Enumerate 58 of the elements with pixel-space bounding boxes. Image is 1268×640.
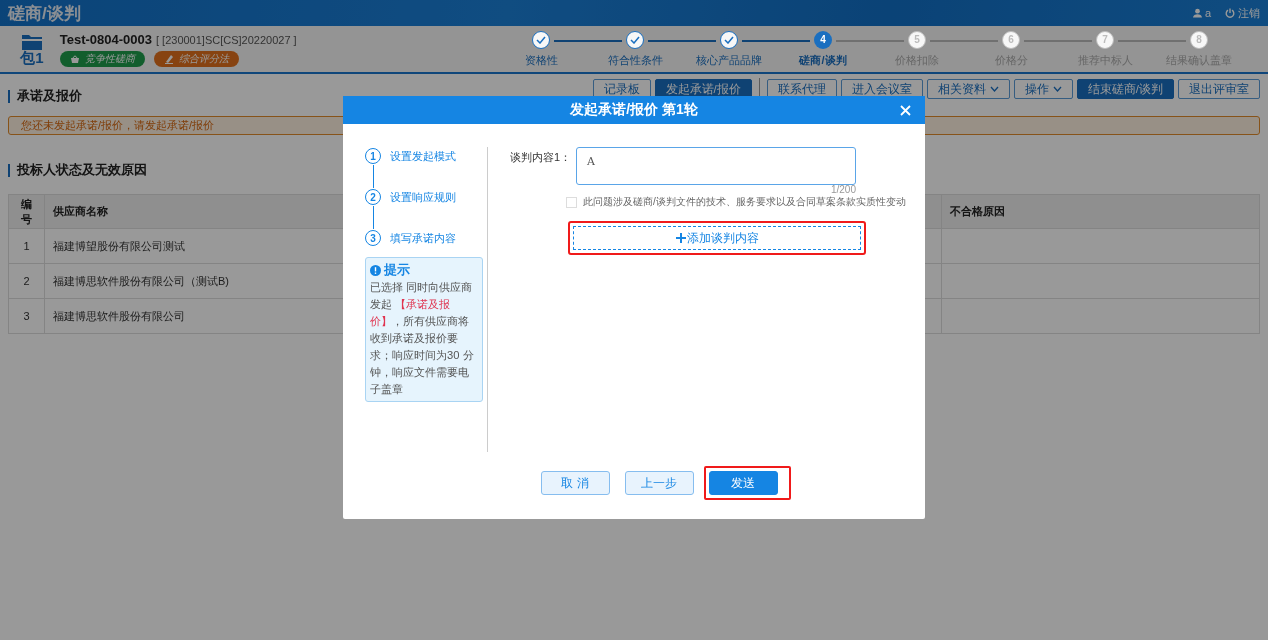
text-area[interactable]: A: [576, 147, 856, 185]
step-label: 符合性条件: [607, 52, 663, 68]
step-number: 5: [908, 30, 926, 49]
toolbar-button[interactable]: 联系代理: [766, 79, 837, 99]
project-name: Test-0804-0003: [59, 31, 152, 47]
check-icon: [630, 35, 640, 44]
table-cell: 2: [8, 263, 45, 299]
close-icon[interactable]: [900, 105, 911, 116]
dropdown-button[interactable]: 操作: [1013, 79, 1073, 99]
section-title: 投标人状态及无效原因: [8, 161, 147, 179]
plus-icon: [675, 233, 686, 243]
add-content-button[interactable]: 添加谈判内容: [573, 226, 861, 250]
column-header: 不合格原因: [941, 194, 1260, 229]
check-icon: [724, 35, 734, 44]
method-tag: 综合评分法: [153, 50, 239, 67]
user-icon: [1192, 8, 1202, 18]
step-label: 资格性: [524, 52, 558, 68]
check-icon: [536, 35, 546, 44]
dialog-button[interactable]: 取 消: [540, 471, 610, 495]
chevron-down-icon: [1052, 86, 1062, 92]
logout-link[interactable]: 注销: [1225, 5, 1260, 21]
step-label: 核心产品品牌: [696, 52, 762, 68]
project-code: [ [230001]SC[CS]20220027 ]: [156, 33, 297, 46]
tip-title: 提示: [384, 261, 410, 279]
toolbar-button[interactable]: 发起承诺/报价: [654, 79, 752, 99]
table-cell: 1: [8, 228, 45, 264]
pencil-icon: [163, 53, 174, 64]
toolbar-button[interactable]: 记录板: [592, 79, 651, 99]
step-number: 7: [1096, 30, 1114, 49]
basket-icon: [69, 53, 80, 64]
step-label: 设置发起模式: [390, 148, 456, 164]
app-title: 磋商/谈判: [8, 2, 81, 25]
info-icon: [370, 264, 381, 276]
step-label: 磋商/谈判: [799, 52, 847, 68]
toolbar-button[interactable]: 进入会议室: [840, 79, 923, 99]
step-label: 填写承诺内容: [390, 230, 456, 246]
dialog-button[interactable]: 上一步: [624, 471, 694, 495]
method-tag: 竞争性磋商: [59, 50, 145, 67]
user-name: a: [1204, 7, 1211, 19]
table-cell: 3: [8, 298, 45, 334]
step-number: 4: [814, 30, 832, 49]
char-counter: 1/200: [829, 185, 856, 195]
dropdown-button[interactable]: 相关资料: [926, 79, 1010, 99]
section-title: 承诺及报价: [8, 87, 82, 105]
checkbox-label: 此问题涉及磋商/谈判文件的技术、服务要求以及合同草案条款实质性变动: [583, 195, 906, 209]
folder-icon: [21, 32, 42, 50]
package-label: 包1: [20, 49, 44, 66]
toolbar-button[interactable]: 结束磋商/谈判: [1076, 79, 1174, 99]
toolbar-button[interactable]: 退出评审室: [1178, 79, 1260, 99]
dialog-title: 发起承诺/报价 第1轮: [570, 101, 698, 119]
step-number: 8: [1190, 30, 1208, 49]
field-label: 谈判内容1：: [510, 150, 570, 165]
checkbox[interactable]: [566, 196, 577, 208]
send-button[interactable]: 发送: [708, 471, 778, 495]
power-icon: [1225, 8, 1235, 18]
chevron-down-icon: [989, 86, 999, 92]
column-header: 编号: [8, 194, 45, 229]
step-number: 6: [1002, 30, 1020, 49]
